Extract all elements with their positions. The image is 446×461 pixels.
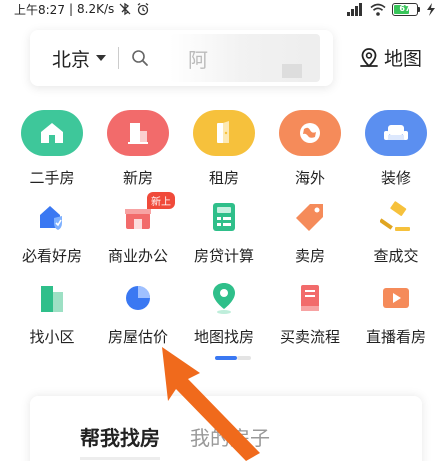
- caret-down-icon: [96, 55, 107, 61]
- calculator-icon: [207, 200, 241, 234]
- entry-overseas[interactable]: 海外: [266, 110, 354, 188]
- bluetooth-off-icon: [119, 2, 131, 16]
- status-separator: |: [68, 2, 73, 16]
- status-speed: 8.2K/s: [77, 2, 115, 16]
- entry-trade-process[interactable]: 买卖流程: [266, 281, 354, 347]
- search-input[interactable]: 阿: [170, 34, 320, 82]
- tab-find-house[interactable]: 帮我找房: [80, 422, 160, 451]
- entry-label: 直播看房: [365, 328, 426, 346]
- globe-icon: [279, 110, 341, 156]
- entry-decoration[interactable]: 装修: [352, 110, 440, 188]
- search-placeholder: 阿: [188, 48, 208, 72]
- page-indicator-inactive: [237, 356, 251, 360]
- map-pin-icon: [207, 281, 241, 315]
- entry-label: 新房: [122, 169, 153, 187]
- book-icon: [293, 281, 327, 315]
- entry-rent[interactable]: 租房: [180, 110, 268, 188]
- new-badge: 新上: [147, 192, 175, 209]
- wifi-icon: [370, 3, 386, 16]
- battery-level: 67: [399, 3, 411, 13]
- entry-label: 装修: [380, 169, 411, 187]
- status-bar: 上午8:27 | 8.2K/s 67: [0, 0, 446, 18]
- house-icon: [21, 110, 83, 156]
- entry-label: 地图找房: [193, 328, 254, 346]
- entry-label: 找小区: [29, 328, 75, 346]
- alarm-icon: [137, 2, 149, 16]
- map-pin-outline-icon: [360, 47, 378, 67]
- entry-house-valuation[interactable]: 房屋估价: [94, 281, 182, 347]
- entry-live-viewing[interactable]: 直播看房: [352, 281, 440, 347]
- city-name: 北京: [52, 48, 91, 71]
- status-time: 上午8:27: [14, 2, 65, 17]
- search-divider: [118, 47, 120, 69]
- city-selector[interactable]: 北京: [52, 45, 107, 72]
- tag-icon: [293, 200, 327, 234]
- entry-label: 二手房: [29, 169, 75, 187]
- tab-my-house[interactable]: 我的房子: [190, 422, 270, 451]
- entry-label: 房屋估价: [107, 328, 168, 346]
- building-icon: [107, 110, 169, 156]
- entry-label: 卖房: [294, 247, 325, 265]
- entry-label: 必看好房: [21, 247, 82, 265]
- pie-chart-icon: [121, 281, 155, 315]
- entry-sell[interactable]: 卖房: [266, 200, 354, 266]
- search-icon: [132, 50, 148, 66]
- entry-label: 查成交: [373, 247, 419, 265]
- entry-commercial[interactable]: 新上 商业办公: [94, 192, 182, 266]
- map-label: 地图: [384, 48, 423, 70]
- entry-label: 租房: [208, 169, 239, 187]
- map-button[interactable]: 地图: [358, 44, 422, 71]
- shop-icon: 新上: [121, 192, 175, 234]
- entry-label: 买卖流程: [279, 328, 340, 346]
- entry-label: 商业办公: [107, 247, 168, 265]
- find-house-card: 帮我找房 我的房子: [30, 396, 422, 461]
- battery-indicator: 67: [392, 2, 420, 16]
- signal-icon: [347, 2, 362, 16]
- blurred-text: [282, 64, 302, 78]
- entry-deals[interactable]: 查成交: [352, 200, 440, 266]
- entry-new-house[interactable]: 新房: [94, 110, 182, 188]
- search-bar[interactable]: 北京 阿: [30, 30, 333, 86]
- page-indicator-active: [215, 356, 237, 360]
- entry-label: 房贷计算: [193, 247, 254, 265]
- house-shield-icon: [35, 200, 69, 234]
- entry-mortgage-calc[interactable]: 房贷计算: [180, 200, 268, 266]
- entry-find-community[interactable]: 找小区: [8, 281, 96, 347]
- entry-map-search[interactable]: 地图找房: [180, 281, 268, 347]
- video-icon: [379, 281, 413, 315]
- sofa-icon: [365, 110, 427, 156]
- door-icon: [193, 110, 255, 156]
- gavel-icon: [379, 200, 413, 234]
- charging-icon: [427, 2, 435, 16]
- tab-underline: [80, 457, 160, 460]
- entry-must-see[interactable]: 必看好房: [8, 200, 96, 266]
- entry-label: 海外: [294, 169, 325, 187]
- entry-second-hand[interactable]: 二手房: [8, 110, 96, 188]
- community-icon: [35, 281, 69, 315]
- page-indicator: [215, 356, 251, 360]
